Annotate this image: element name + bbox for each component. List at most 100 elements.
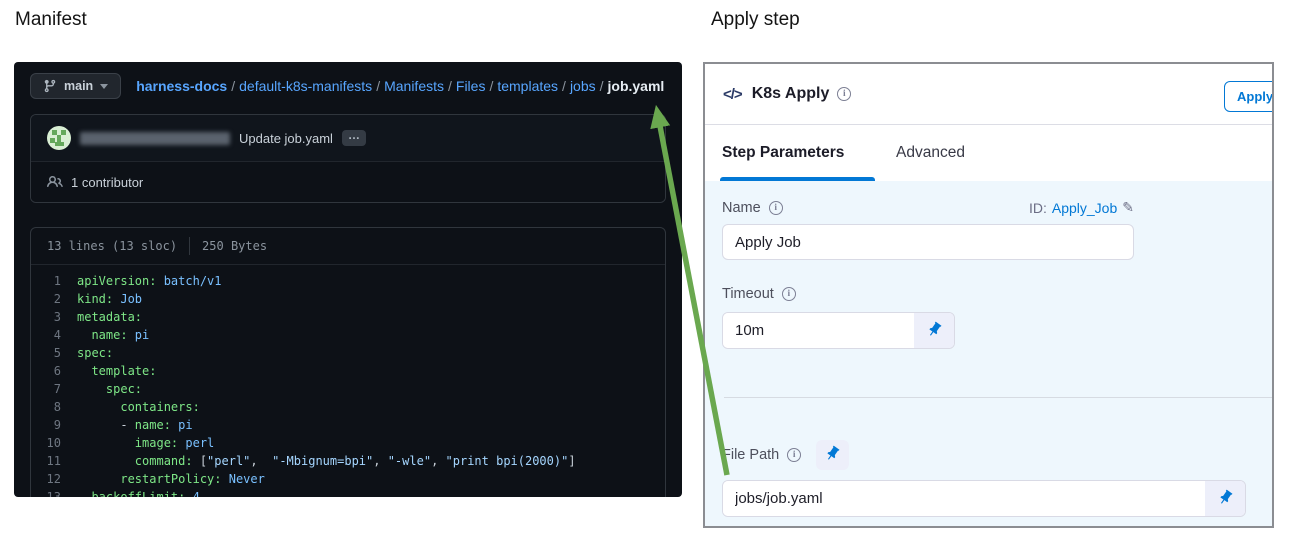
line-number[interactable]: 7: [31, 380, 77, 398]
breadcrumb: harness-docs / default-k8s-manifests / Manif…: [136, 78, 664, 94]
commit-author-avatar[interactable]: [47, 126, 71, 150]
divider: [189, 237, 190, 255]
line-number[interactable]: 8: [31, 398, 77, 416]
code-line: 4 name: pi: [31, 326, 665, 344]
code-line: 5spec:: [31, 344, 665, 362]
step-parameters-form: Name ID: Apply_Job Timeout: [705, 181, 1272, 526]
breadcrumb-current-file: job.yaml: [608, 78, 665, 94]
code-text: command: ["perl", "-Mbignum=bpi", "-wle"…: [77, 452, 576, 470]
active-tab-underline: [720, 177, 875, 181]
code-line: 7 spec:: [31, 380, 665, 398]
name-label-text: Name: [722, 200, 761, 216]
filepath-info-icon[interactable]: [787, 448, 801, 462]
timeout-field-label: Timeout: [722, 286, 796, 302]
pin-icon: [1217, 489, 1234, 509]
line-number[interactable]: 11: [31, 452, 77, 470]
breadcrumb-link-5[interactable]: jobs: [570, 78, 596, 94]
code-lines: 1apiVersion: batch/v12kind: Job3metadata…: [31, 265, 665, 497]
code-brackets-icon: [723, 86, 742, 103]
pin-icon: [824, 445, 841, 465]
code-text: apiVersion: batch/v1: [77, 272, 222, 290]
filepath-label-pin-button[interactable]: [816, 440, 849, 470]
contributors-link[interactable]: 1 contributor: [31, 161, 665, 202]
info-icon[interactable]: [837, 87, 851, 101]
code-text: spec:: [77, 380, 142, 398]
people-icon: [47, 174, 63, 190]
breadcrumb-link-4[interactable]: templates: [497, 78, 558, 94]
git-branch-icon: [43, 79, 57, 93]
chevron-down-icon: [100, 84, 108, 89]
code-line: 3metadata:: [31, 308, 665, 326]
file-lines-count: 13 lines (13 sloc): [47, 239, 177, 253]
timeout-label-text: Timeout: [722, 286, 774, 302]
line-number[interactable]: 3: [31, 308, 77, 326]
breadcrumb-link-3[interactable]: Files: [456, 78, 486, 94]
code-text: kind: Job: [77, 290, 142, 308]
filepath-pin-button[interactable]: [1205, 481, 1245, 516]
filepath-field-label: File Path: [722, 447, 801, 463]
breadcrumb-separator: /: [558, 78, 570, 94]
commit-author-name-redacted[interactable]: [80, 132, 230, 145]
filepath-input[interactable]: [723, 481, 1205, 516]
line-number[interactable]: 13: [31, 488, 77, 497]
manifest-section-title: Manifest: [15, 9, 87, 31]
breadcrumb-separator: /: [485, 78, 497, 94]
code-line: 13 backoffLimit: 4: [31, 488, 665, 497]
contributors-label: 1 contributor: [71, 175, 143, 190]
file-content-box: 13 lines (13 sloc) 250 Bytes 1apiVersion…: [30, 227, 666, 497]
breadcrumb-repo-link[interactable]: harness-docs: [136, 78, 227, 94]
step-id-group: ID: Apply_Job: [1029, 199, 1134, 216]
github-file-panel: main harness-docs / default-k8s-manifests /…: [14, 62, 682, 497]
timeout-input[interactable]: [723, 313, 914, 348]
branch-name: main: [64, 79, 93, 93]
section-divider: [724, 397, 1272, 398]
timeout-input-group: [722, 312, 955, 349]
code-line: 9 - name: pi: [31, 416, 665, 434]
apply-changes-button[interactable]: Apply: [1224, 81, 1274, 112]
commit-more-button[interactable]: …: [342, 130, 366, 146]
commit-message-link[interactable]: Update job.yaml: [239, 131, 333, 146]
line-number[interactable]: 10: [31, 434, 77, 452]
filepath-input-group: [722, 480, 1246, 517]
timeout-pin-button[interactable]: [914, 313, 954, 348]
commit-row: Update job.yaml …: [31, 115, 665, 161]
breadcrumb-link-2[interactable]: Manifests: [384, 78, 444, 94]
branch-selector-button[interactable]: main: [30, 73, 121, 99]
code-text: metadata:: [77, 308, 142, 326]
latest-commit-box: Update job.yaml … 1 contributor: [30, 114, 666, 203]
file-meta-header: 13 lines (13 sloc) 250 Bytes: [31, 228, 665, 265]
code-line: 8 containers:: [31, 398, 665, 416]
k8s-apply-step-panel: K8s Apply Apply Step Parameters Advanced…: [703, 62, 1274, 528]
line-number[interactable]: 6: [31, 362, 77, 380]
code-line: 12 restartPolicy: Never: [31, 470, 665, 488]
line-number[interactable]: 12: [31, 470, 77, 488]
id-prefix-label: ID:: [1029, 200, 1047, 216]
step-title: K8s Apply: [752, 85, 830, 103]
breadcrumb-separator: /: [596, 78, 608, 94]
code-text: template:: [77, 362, 156, 380]
line-number[interactable]: 9: [31, 416, 77, 434]
filepath-label-text: File Path: [722, 447, 779, 463]
line-number[interactable]: 4: [31, 326, 77, 344]
tab-step-parameters[interactable]: Step Parameters: [722, 144, 874, 162]
name-field-label: Name: [722, 200, 783, 216]
breadcrumb-link-1[interactable]: default-k8s-manifests: [239, 78, 372, 94]
code-text: image: perl: [77, 434, 214, 452]
line-number[interactable]: 5: [31, 344, 77, 362]
filepath-label-row: File Path: [722, 440, 1255, 470]
line-number[interactable]: 1: [31, 272, 77, 290]
code-text: backoffLimit: 4: [77, 488, 200, 497]
apply-step-section-title: Apply step: [711, 9, 800, 31]
timeout-info-icon[interactable]: [782, 287, 796, 301]
step-id-link[interactable]: Apply_Job: [1052, 200, 1117, 216]
code-line: 11 command: ["perl", "-Mbignum=bpi", "-w…: [31, 452, 665, 470]
code-line: 1apiVersion: batch/v1: [31, 272, 665, 290]
tab-advanced[interactable]: Advanced: [896, 144, 965, 162]
edit-id-pencil-icon[interactable]: [1122, 199, 1134, 216]
line-number[interactable]: 2: [31, 290, 77, 308]
name-info-icon[interactable]: [769, 201, 783, 215]
code-line: 10 image: perl: [31, 434, 665, 452]
code-line: 6 template:: [31, 362, 665, 380]
step-header: K8s Apply Apply: [705, 64, 1272, 125]
name-input[interactable]: [722, 224, 1134, 260]
